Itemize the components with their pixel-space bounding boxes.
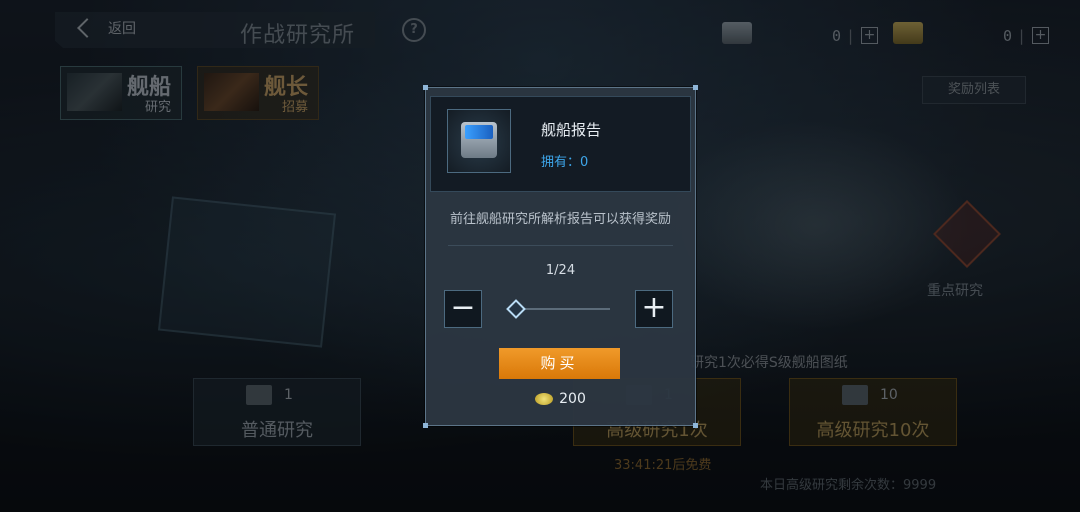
increase-quantity-button[interactable]: + (635, 290, 673, 328)
item-panel: 舰船报告 拥有：0 (430, 96, 691, 192)
item-name: 舰船报告 (541, 121, 602, 139)
price-value: 200 (559, 391, 586, 407)
slider-handle[interactable] (506, 299, 526, 319)
quantity-slider[interactable] (512, 308, 610, 310)
coin-icon (535, 393, 554, 405)
device-screen (465, 125, 493, 139)
decrease-quantity-button[interactable]: − (444, 290, 482, 328)
corner-marker (693, 85, 698, 90)
ship-report-icon (447, 109, 511, 173)
price: 200 (426, 391, 695, 407)
corner-marker (423, 85, 428, 90)
purchase-dialog: 舰船报告 拥有：0 前往舰船研究所解析报告可以获得奖励 1/24 − + 购买 … (423, 85, 698, 428)
corner-marker (693, 423, 698, 428)
item-hint: 前往舰船研究所解析报告可以获得奖励 (449, 212, 671, 227)
divider (448, 245, 673, 246)
corner-marker (423, 423, 428, 428)
buy-button[interactable]: 购买 (499, 348, 620, 379)
quantity-text: 1/24 (545, 263, 576, 278)
owned-count: 拥有：0 (541, 155, 589, 170)
